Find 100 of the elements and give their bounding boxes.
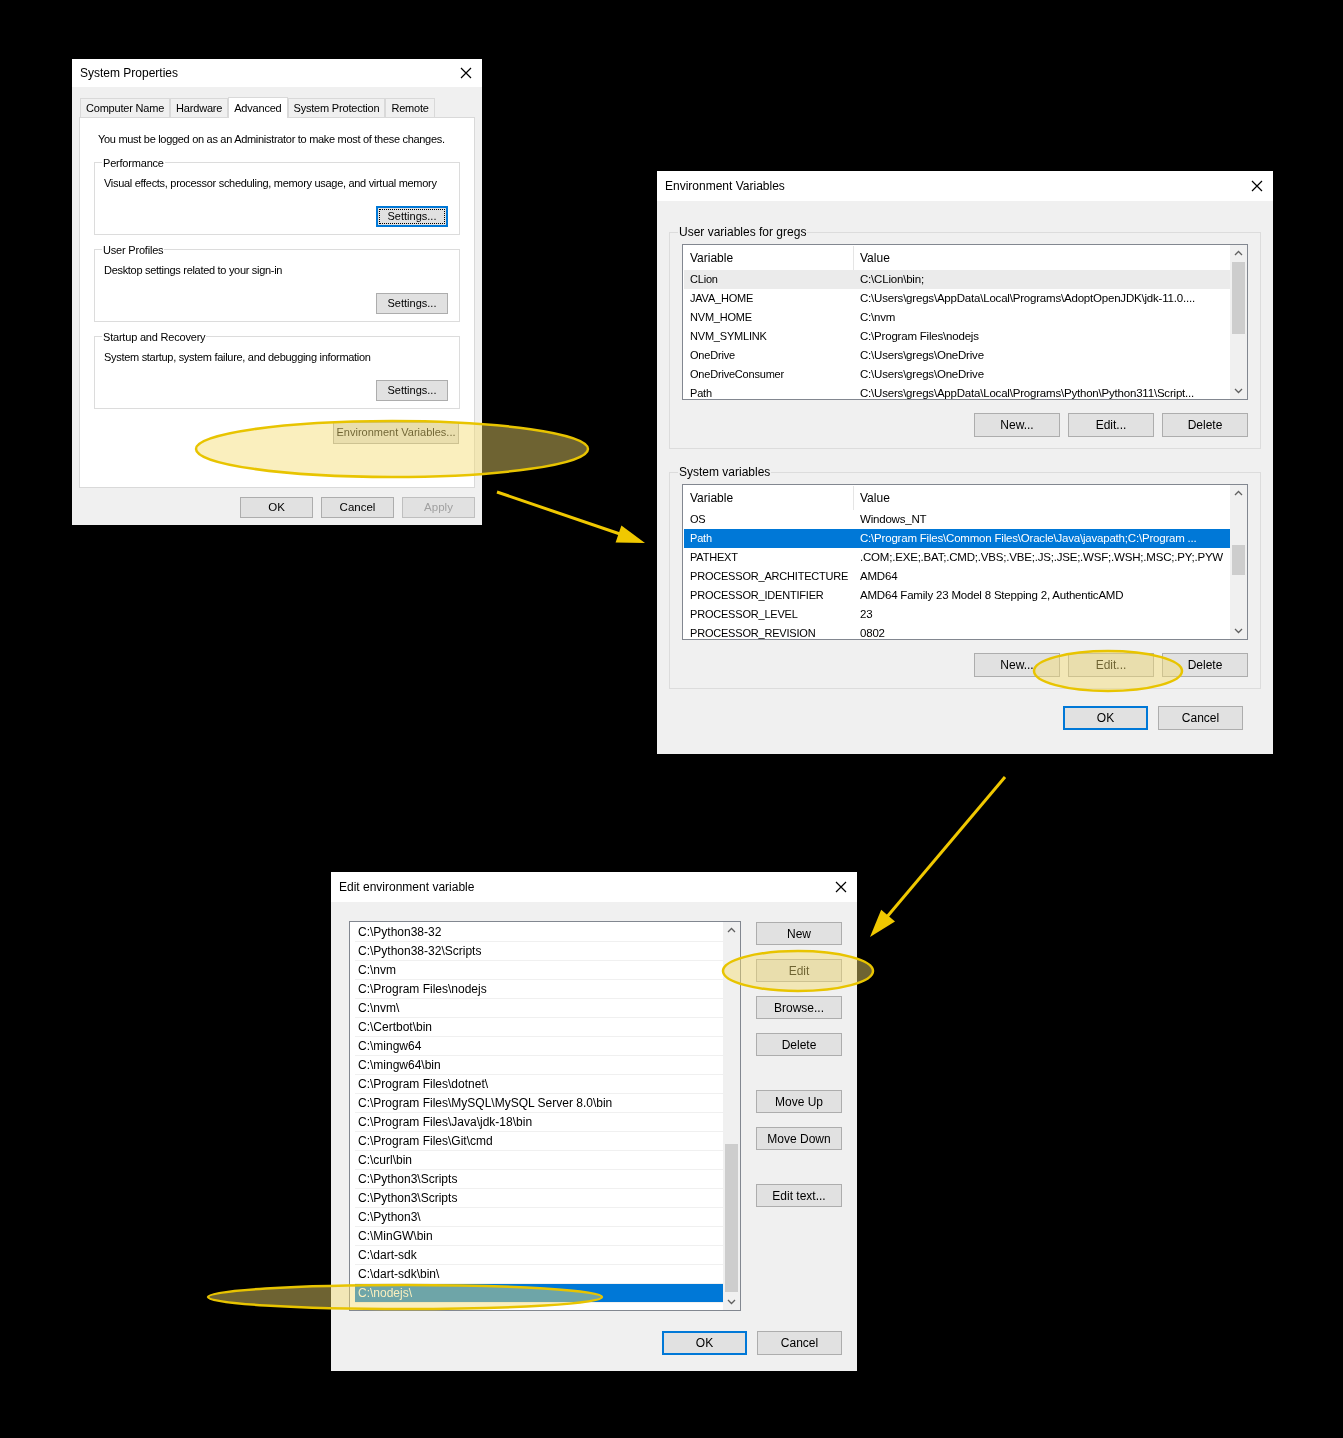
button[interactable]: Edit... [1068, 413, 1154, 437]
scroll-up-icon[interactable] [727, 927, 736, 933]
path-entry[interactable]: C:\Certbot\bin [355, 1018, 723, 1037]
scroll-up-icon[interactable] [1234, 490, 1243, 496]
table-cell-text: C:\Users\gregs\OneDrive [859, 366, 985, 382]
table-cell-text: C:\CLion\bin; [859, 271, 925, 287]
dialog-button[interactable]: Cancel [1158, 706, 1243, 730]
path-entry[interactable]: C:\Program Files\dotnet\ [355, 1075, 723, 1094]
path-entry[interactable]: C:\Program Files\MySQL\MySQL Server 8.0\bin [355, 1094, 723, 1113]
settings-button[interactable]: Settings... [376, 292, 448, 314]
close-icon[interactable] [460, 67, 472, 79]
table-row[interactable]: PROCESSOR_REVISION 0802 [684, 624, 1230, 639]
scrollbar[interactable] [1230, 485, 1247, 639]
dialog-button[interactable]: Cancel [321, 497, 394, 518]
tab[interactable]: Advanced [228, 97, 288, 118]
table-row[interactable]: OS Windows_NT [684, 510, 1230, 529]
button[interactable]: Move Down [756, 1127, 842, 1150]
scroll-down-icon[interactable] [1234, 388, 1243, 394]
table-cell-text: OneDrive [689, 348, 736, 364]
window-title: Environment Variables [665, 178, 785, 195]
table-row[interactable]: CLion C:\CLion\bin; [684, 270, 1230, 289]
table-cell-text: OS [689, 512, 707, 528]
column-header[interactable]: Variable [684, 486, 854, 510]
group-title: User Profiles [102, 242, 165, 258]
table-cell-text: NVM_HOME [689, 310, 753, 326]
window-title: System Properties [80, 65, 179, 82]
table-cell-text: PATHEXT [689, 550, 739, 566]
path-entry[interactable]: C:\mingw64\bin [355, 1056, 723, 1075]
button[interactable]: Edit... [1068, 653, 1154, 677]
button[interactable]: Edit [756, 959, 842, 982]
table-cell-text: NVM_SYMLINK [689, 329, 768, 345]
table-cell-text: Windows_NT [859, 511, 928, 527]
button[interactable]: New... [974, 413, 1060, 437]
button[interactable]: Browse... [756, 996, 842, 1019]
button[interactable]: New [756, 922, 842, 945]
table-cell-text: 23 [859, 606, 874, 622]
table-cell-text: CLion [689, 272, 719, 288]
table-row[interactable]: Path C:\Program Files\Common Files\Oracle\Java\javapath;C:\Program ... [684, 529, 1230, 548]
button[interactable]: Edit text... [756, 1184, 842, 1207]
scroll-thumb[interactable] [1232, 262, 1245, 334]
path-entry[interactable]: C:\nvm\ [355, 999, 723, 1018]
dialog-button[interactable]: OK [662, 1331, 747, 1355]
settings-button[interactable]: Settings... [376, 205, 448, 227]
scroll-down-icon[interactable] [1234, 628, 1243, 634]
tab[interactable]: Computer Name [80, 98, 171, 117]
scroll-thumb[interactable] [725, 1144, 738, 1292]
path-entry[interactable]: C:\Python3\ [355, 1208, 723, 1227]
table-row[interactable]: PROCESSOR_LEVEL 23 [684, 605, 1230, 624]
path-entry[interactable]: C:\Program Files\Java\jdk-18\bin [355, 1113, 723, 1132]
table-cell-text: PROCESSOR_IDENTIFIER [689, 588, 825, 604]
table-row[interactable]: OneDrive C:\Users\gregs\OneDrive [684, 346, 1230, 365]
tab[interactable]: Hardware [170, 98, 229, 117]
scroll-thumb[interactable] [1232, 545, 1245, 575]
path-entry[interactable]: C:\Python38-32 [355, 923, 723, 942]
close-icon[interactable] [835, 881, 847, 893]
path-entry[interactable]: C:\MinGW\bin [355, 1227, 723, 1246]
button[interactable]: Delete [1162, 653, 1248, 677]
settings-button[interactable]: Settings... [376, 379, 448, 401]
notice-text: You must be logged on as an Administrator to make most of these changes. [97, 132, 446, 147]
button[interactable]: Move Up [756, 1090, 842, 1113]
table-cell-text: .COM;.EXE;.BAT;.CMD;.VBS;.VBE;.JS;.JSE;.WSF;.WSH;.MSC;.PY;.PYW [859, 549, 1224, 565]
dialog-button[interactable]: OK [240, 497, 313, 518]
path-entry[interactable]: C:\Program Files\Git\cmd [355, 1132, 723, 1151]
close-icon[interactable] [1251, 180, 1263, 192]
path-entry[interactable]: C:\Program Files\nodejs [355, 980, 723, 999]
table-row[interactable]: JAVA_HOME C:\Users\gregs\AppData\Local\Programs\AdoptOpenJDK\jdk-11.0.... [684, 289, 1230, 308]
table-row[interactable]: OneDriveConsumer C:\Users\gregs\OneDrive [684, 365, 1230, 384]
path-entry[interactable]: C:\Python38-32\Scripts [355, 942, 723, 961]
table-row[interactable]: Path C:\Users\gregs\AppData\Local\Programs\Python\Python311\Script... [684, 384, 1230, 399]
path-entry[interactable]: C:\mingw64 [355, 1037, 723, 1056]
column-header[interactable]: Value [854, 489, 1230, 507]
table-cell-text: PROCESSOR_ARCHITECTURE [689, 569, 850, 585]
table-row[interactable]: NVM_HOME C:\nvm [684, 308, 1230, 327]
button[interactable]: Delete [756, 1033, 842, 1056]
group-title: Performance [102, 155, 165, 171]
button[interactable]: New... [974, 653, 1060, 677]
button[interactable]: Delete [1162, 413, 1248, 437]
path-entry[interactable]: C:\Python3\Scripts [355, 1189, 723, 1208]
path-entry[interactable]: C:\nvm [355, 961, 723, 980]
table-row[interactable]: NVM_SYMLINK C:\Program Files\nodejs [684, 327, 1230, 346]
table-row[interactable]: PROCESSOR_ARCHITECTURE AMD64 [684, 567, 1230, 586]
table-row[interactable]: PATHEXT .COM;.EXE;.BAT;.CMD;.VBS;.VBE;.JS;.JSE;.WSF;.WSH;.MSC;.PY;.PYW [684, 548, 1230, 567]
scroll-up-icon[interactable] [1234, 250, 1243, 256]
path-entry[interactable]: C:\dart-sdk [355, 1246, 723, 1265]
table-cell-text: OneDriveConsumer [689, 367, 785, 383]
scrollbar[interactable] [723, 922, 740, 1310]
dialog-button[interactable]: Cancel [757, 1331, 842, 1355]
column-header[interactable]: Value [854, 249, 1230, 267]
scroll-down-icon[interactable] [727, 1299, 736, 1305]
table-cell-text: AMD64 Family 23 Model 8 Stepping 2, AuthenticAMD [859, 587, 1125, 603]
dialog-button[interactable]: OK [1063, 706, 1148, 730]
path-entry[interactable]: C:\Python3\Scripts [355, 1170, 723, 1189]
table-cell-text: AMD64 [859, 568, 899, 584]
tab[interactable]: System Protection [287, 98, 386, 117]
environment-variables-button[interactable]: Environment Variables... [333, 421, 459, 444]
table-row[interactable]: PROCESSOR_IDENTIFIER AMD64 Family 23 Model 8 Stepping 2, AuthenticAMD [684, 586, 1230, 605]
tab[interactable]: Remote [385, 98, 435, 117]
scrollbar[interactable] [1230, 245, 1247, 399]
path-entry[interactable]: C:\curl\bin [355, 1151, 723, 1170]
description-text: Desktop settings related to your sign-in [104, 263, 284, 278]
